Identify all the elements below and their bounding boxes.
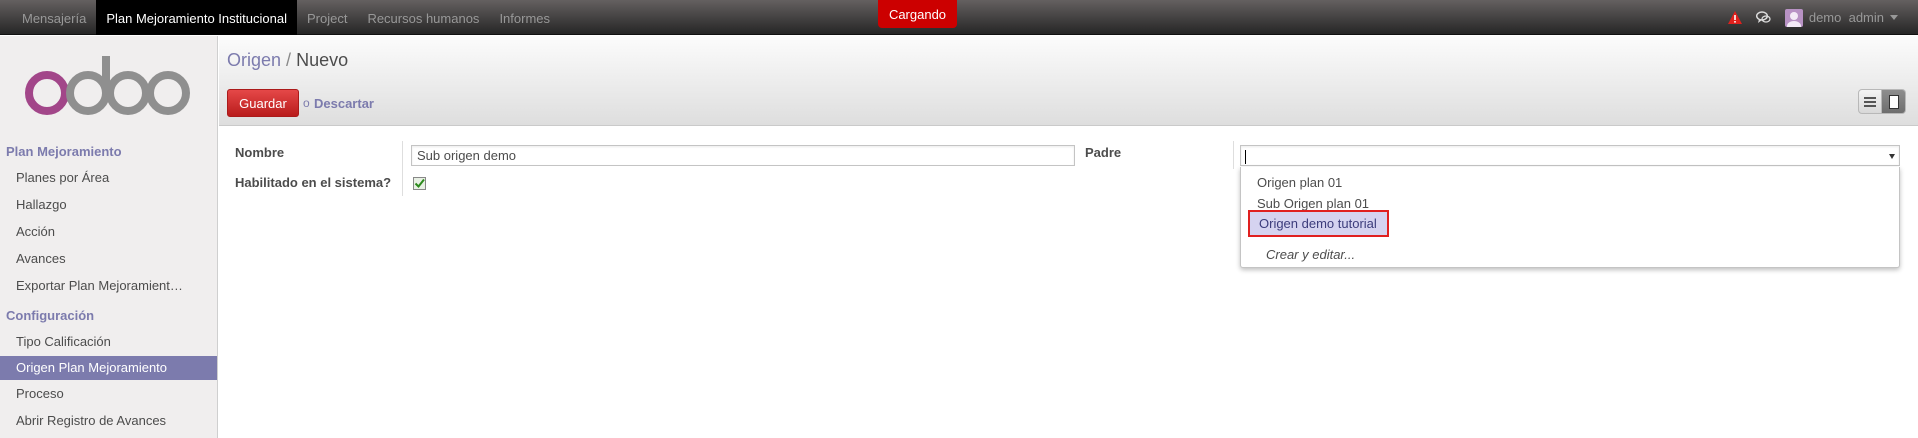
list-icon [1864,96,1876,107]
sidebar-item-proceso[interactable]: Proceso [0,382,217,406]
text-cursor [1245,150,1246,164]
field-divider [1233,141,1234,169]
user-menu[interactable]: demo admin [1784,8,1898,27]
sidebar-section-configuracion: Configuración [6,308,95,323]
sidebar-item-avances[interactable]: Avances [0,247,217,271]
top-menu-plan-mejoramiento[interactable]: Plan Mejoramiento Institucional [96,0,297,35]
top-right-tools: demo admin [1727,0,1898,35]
view-switcher [1858,89,1906,114]
breadcrumb-separator: / [286,50,292,70]
check-icon [414,178,425,189]
sidebar: Plan Mejoramiento Planes por Área Hallaz… [0,36,218,438]
top-menu: Mensajería Plan Mejoramiento Institucion… [12,0,560,35]
warning-icon[interactable] [1727,11,1742,24]
loading-indicator: Cargando [878,0,957,28]
sidebar-item-origen-plan[interactable]: Origen Plan Mejoramiento [0,356,217,380]
top-menu-mensajeria[interactable]: Mensajería [12,0,96,35]
top-menu-project[interactable]: Project [297,0,357,35]
sidebar-item-accion[interactable]: Acción [0,220,217,244]
or-text: o [303,96,310,110]
sidebar-item-tipo-calificacion[interactable]: Tipo Calificación [0,330,217,354]
chevron-down-icon[interactable] [1889,154,1895,159]
sidebar-item-abrir-registro[interactable]: Abrir Registro de Avances [0,409,217,433]
page-title: Nuevo [296,50,349,70]
top-navbar: Mensajería Plan Mejoramiento Institucion… [0,0,1918,35]
nombre-input[interactable]: Sub origen demo [411,145,1075,166]
form-icon [1888,94,1899,109]
breadcrumb: Origen / Nuevo [227,50,348,71]
padre-dropdown: Origen plan 01 Sub Origen plan 01 Origen… [1240,167,1900,268]
create-and-edit-option[interactable]: Crear y editar... [1266,247,1355,262]
breadcrumb-origen-link[interactable]: Origen [227,50,281,70]
sidebar-item-planes-por-area[interactable]: Planes por Área [0,166,217,190]
sidebar-section-plan-mejoramiento: Plan Mejoramiento [6,144,122,159]
save-button[interactable]: Guardar [227,89,299,117]
top-menu-recursos-humanos[interactable]: Recursos humanos [357,0,489,35]
form-header: Origen / Nuevo Guardar o Descartar [219,36,1918,126]
padre-select[interactable] [1240,145,1900,166]
field-divider [402,141,403,196]
dropdown-option[interactable]: Origen plan 01 [1257,175,1342,190]
list-view-button[interactable] [1858,89,1882,114]
nombre-label: Nombre [235,145,285,160]
odoo-logo[interactable] [22,56,192,118]
habilitado-label: Habilitado en el sistema? [235,175,392,190]
sidebar-item-exportar-plan[interactable]: Exportar Plan Mejoramient… [0,274,217,298]
user-name: demo admin [1808,10,1884,25]
top-menu-informes[interactable]: Informes [489,0,560,35]
dropdown-option-highlighted[interactable]: Origen demo tutorial [1248,210,1389,237]
padre-label: Padre [1085,145,1122,160]
chat-icon[interactable] [1755,11,1771,24]
habilitado-checkbox[interactable] [413,177,426,190]
chevron-down-icon [1890,15,1898,20]
sidebar-item-hallazgo[interactable]: Hallazgo [0,193,217,217]
avatar [1784,8,1803,27]
discard-button[interactable]: Descartar [314,96,374,111]
form-view-button[interactable] [1882,89,1906,114]
dropdown-option[interactable]: Sub Origen plan 01 [1257,196,1369,211]
